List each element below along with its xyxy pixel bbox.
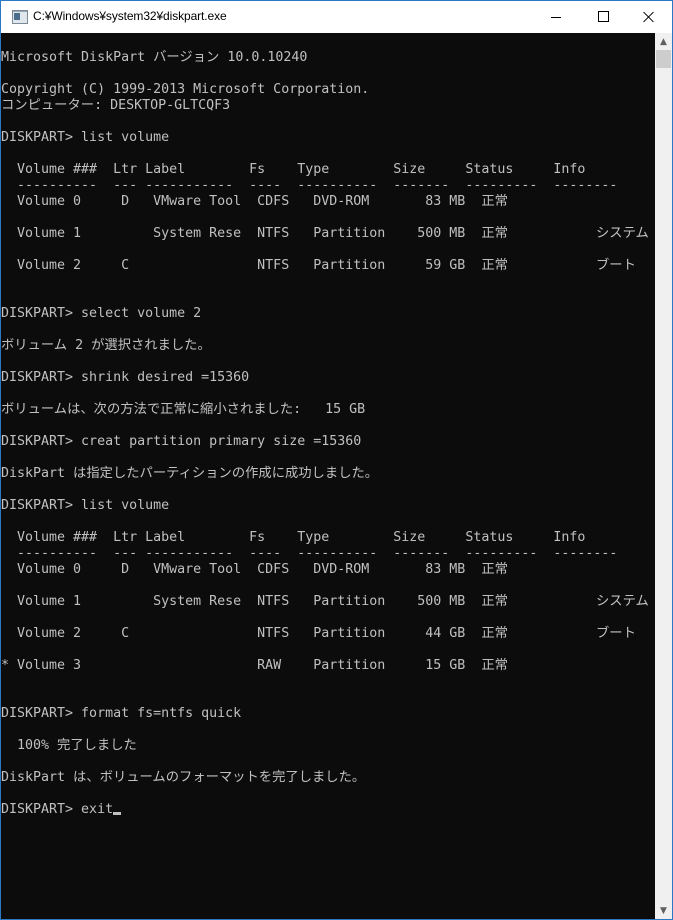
- window-title: C:¥Windows¥system32¥diskpart.exe: [33, 9, 227, 23]
- scroll-thumb[interactable]: [656, 50, 671, 68]
- console-command-line: DISKPART> select volume 2: [1, 306, 202, 321]
- console-output-area[interactable]: Microsoft DiskPart バージョン 10.0.10240 Copyr…: [1, 33, 655, 919]
- maximize-button[interactable]: [580, 1, 626, 32]
- vertical-scrollbar[interactable]: ▲ ▼: [655, 33, 672, 919]
- volume-table-separator: ---------- --- ----------- ---- --------…: [1, 178, 618, 193]
- console-window: C:¥Windows¥system32¥diskpart.exe Microso…: [0, 0, 673, 920]
- volume-table-row: Volume 0 D VMware Tool CDFS DVD-ROM 83 M…: [1, 194, 508, 209]
- console-line: Microsoft DiskPart バージョン 10.0.10240: [1, 50, 308, 65]
- close-button[interactable]: [626, 1, 672, 32]
- console-command-line: DISKPART> list volume: [1, 498, 170, 513]
- console-line: DiskPart は指定したパーティションの作成に成功しました。: [1, 466, 379, 481]
- console-line: ボリューム 2 が選択されました。: [1, 338, 211, 353]
- console-command-line: DISKPART> format fs=ntfs quick: [1, 706, 242, 721]
- console-command-line: DISKPART> exit: [1, 802, 649, 818]
- volume-table-row: Volume 0 D VMware Tool CDFS DVD-ROM 83 M…: [1, 562, 508, 577]
- minimize-button[interactable]: [533, 1, 579, 32]
- console-command-line: DISKPART> creat partition primary size =…: [1, 434, 362, 449]
- console-app-icon[interactable]: [12, 10, 28, 24]
- volume-table-row: Volume 1 System Rese NTFS Partition 500 …: [1, 594, 649, 609]
- maximize-icon: [597, 11, 609, 22]
- title-bar[interactable]: C:¥Windows¥system32¥diskpart.exe: [1, 1, 672, 33]
- console-line: コンピューター: DESKTOP-GLTCQF3: [1, 98, 231, 113]
- console-line: Copyright (C) 1999-2013 Microsoft Corpor…: [1, 82, 370, 97]
- volume-table-row: Volume 2 C NTFS Partition 59 GB 正常 ブート: [1, 258, 636, 273]
- console-command-line: DISKPART> shrink desired =15360: [1, 370, 250, 385]
- text-cursor: [113, 812, 122, 815]
- volume-table-row: Volume 1 System Rese NTFS Partition 500 …: [1, 226, 649, 241]
- volume-table-row: * Volume 3 RAW Partition 15 GB 正常: [1, 658, 508, 673]
- volume-table-separator: ---------- --- ----------- ---- --------…: [1, 546, 618, 561]
- console-text: Microsoft DiskPart バージョン 10.0.10240 Copyr…: [1, 50, 649, 818]
- volume-table-header: Volume ### Ltr Label Fs Type Size Status…: [1, 530, 586, 545]
- scroll-up-button[interactable]: ▲: [655, 33, 672, 50]
- scroll-down-arrow-icon: ▼: [660, 905, 667, 916]
- console-command-line: DISKPART> list volume: [1, 130, 170, 145]
- scroll-down-button[interactable]: ▼: [655, 902, 672, 919]
- volume-table-row: Volume 2 C NTFS Partition 44 GB 正常 ブート: [1, 626, 636, 641]
- scroll-up-arrow-icon: ▲: [660, 36, 667, 47]
- console-line: DiskPart は、ボリュームのフォーマットを完了しました。: [1, 770, 366, 785]
- minimize-icon: [551, 16, 561, 18]
- volume-table-header: Volume ### Ltr Label Fs Type Size Status…: [1, 162, 586, 177]
- console-line: ボリュームは、次の方法で正常に縮小されました: 15 GB: [1, 402, 366, 417]
- close-icon: [643, 11, 655, 23]
- console-line: 100% 完了しました: [1, 738, 137, 753]
